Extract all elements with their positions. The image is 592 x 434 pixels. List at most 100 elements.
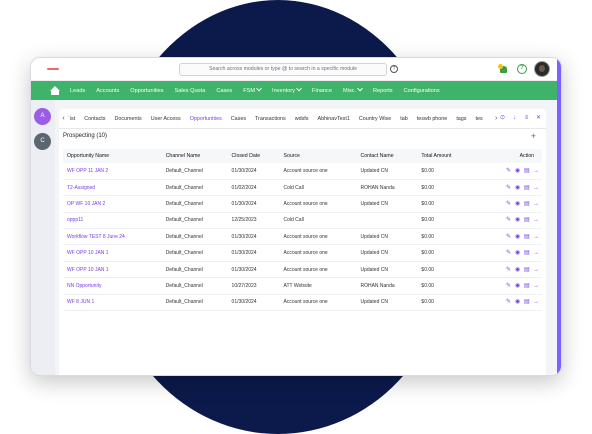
view-icon[interactable]: ◉ xyxy=(515,250,520,256)
arrow-right-icon[interactable]: → xyxy=(533,299,539,305)
edit-icon[interactable]: ✎ xyxy=(506,234,511,240)
view-icon[interactable]: ◉ xyxy=(515,267,520,273)
nav-item-label: Inventory xyxy=(272,87,296,94)
nav-item-finance[interactable]: Finance xyxy=(312,88,332,94)
download-icon[interactable]: ↓ xyxy=(511,115,518,122)
column-header[interactable]: Opportunity Name xyxy=(63,149,162,163)
edit-icon[interactable]: ✎ xyxy=(506,283,511,289)
view-icon[interactable]: ◉ xyxy=(515,217,520,223)
notification-dot xyxy=(498,64,503,69)
nav-item-sales-quota[interactable]: Sales Quota xyxy=(175,88,206,94)
opportunity-name-link[interactable]: Workflow TEST 8 June 24 xyxy=(63,228,162,246)
delete-icon[interactable]: ▤ xyxy=(524,234,530,240)
tab-opportunities[interactable]: Opportunities xyxy=(190,116,222,122)
user-avatar[interactable] xyxy=(534,61,550,77)
filter-icon[interactable]: ⊙ xyxy=(499,115,506,122)
edit-icon[interactable]: ✎ xyxy=(506,185,511,191)
column-header[interactable]: Total Amount xyxy=(417,149,472,163)
nav-item-cases[interactable]: Cases xyxy=(216,88,232,94)
delete-icon[interactable]: ▤ xyxy=(524,217,530,223)
app-logo[interactable] xyxy=(47,68,59,70)
tab-documents[interactable]: Documents xyxy=(114,116,141,122)
edit-icon[interactable]: ✎ xyxy=(506,299,511,305)
global-search-input[interactable]: Search across modules or type @ to searc… xyxy=(179,63,387,76)
arrow-right-icon[interactable]: → xyxy=(533,168,539,174)
home-icon[interactable] xyxy=(50,85,60,95)
chevron-down-icon xyxy=(256,85,262,91)
nav-item-accounts[interactable]: Accounts xyxy=(96,88,119,94)
nav-item-misc[interactable]: Misc. xyxy=(343,85,363,94)
edit-icon[interactable]: ✎ xyxy=(506,250,511,256)
menu-icon[interactable]: ≡ xyxy=(523,115,530,122)
table-cell: Cold Call xyxy=(279,212,357,230)
help-icon[interactable]: ? xyxy=(517,64,527,74)
view-icon[interactable]: ◉ xyxy=(515,201,520,207)
delete-icon[interactable]: ▤ xyxy=(524,201,530,207)
view-icon[interactable]: ◉ xyxy=(515,168,520,174)
table-cell: Account source one xyxy=(279,163,357,180)
tab-tab[interactable]: tab xyxy=(400,116,408,122)
arrow-right-icon[interactable]: → xyxy=(533,234,539,240)
table-cell: Default_Channel xyxy=(161,163,228,180)
column-header[interactable]: Channel Name xyxy=(161,149,228,163)
opportunity-name-link[interactable]: NN Opportunity xyxy=(63,277,162,295)
arrow-right-icon[interactable]: → xyxy=(533,201,539,207)
view-icon[interactable]: ◉ xyxy=(515,185,520,191)
opportunity-name-link[interactable]: oppp11 xyxy=(63,212,162,230)
column-header[interactable]: Contact Name xyxy=(356,149,418,163)
tab-tags[interactable]: tags xyxy=(456,116,466,122)
opportunities-table: Opportunity Name Channel Name Closed Date S… xyxy=(63,149,542,312)
nav-item-label: Reports xyxy=(373,87,393,94)
close-icon[interactable]: ✕ xyxy=(535,115,542,122)
tab--ist[interactable]: ʾist xyxy=(68,116,75,122)
notification-bell-icon[interactable] xyxy=(498,64,509,74)
tab-contacts[interactable]: Contacts xyxy=(84,116,105,122)
search-help-icon[interactable]: ? xyxy=(390,65,398,73)
arrow-right-icon[interactable]: → xyxy=(533,185,539,191)
delete-icon[interactable]: ▤ xyxy=(524,185,530,191)
tabs-scroll-left-icon[interactable]: ‹ xyxy=(59,115,68,122)
view-icon[interactable]: ◉ xyxy=(515,299,520,305)
delete-icon[interactable]: ▤ xyxy=(524,267,530,273)
delete-icon[interactable]: ▤ xyxy=(524,283,530,289)
rail-avatar-a[interactable]: A xyxy=(34,108,51,125)
delete-icon[interactable]: ▤ xyxy=(524,250,530,256)
nav-item-reports[interactable]: Reports xyxy=(373,88,393,94)
edit-icon[interactable]: ✎ xyxy=(506,168,511,174)
rail-avatar-c[interactable]: C xyxy=(34,133,51,150)
arrow-right-icon[interactable]: → xyxy=(533,217,539,223)
edit-icon[interactable]: ✎ xyxy=(506,217,511,223)
tab-teswb-phone[interactable]: teswb phone xyxy=(417,116,448,122)
arrow-right-icon[interactable]: → xyxy=(533,250,539,256)
nav-item-configurations[interactable]: Configurations xyxy=(404,88,440,94)
view-icon[interactable]: ◉ xyxy=(515,283,520,289)
tab-user-access[interactable]: User Access xyxy=(151,116,181,122)
opportunity-name-link[interactable]: WF OPP 10 JAN 1 xyxy=(63,244,162,262)
opportunity-name-link[interactable]: WF OPP 10 JAN 1 xyxy=(63,261,162,279)
opportunity-name-link[interactable]: WF 8 JUN 1 xyxy=(63,294,162,312)
edit-icon[interactable]: ✎ xyxy=(506,201,511,207)
nav-item-fsm[interactable]: FSM xyxy=(243,85,262,94)
nav-item-inventory[interactable]: Inventory xyxy=(272,85,302,94)
edit-icon[interactable]: ✎ xyxy=(506,267,511,273)
add-opportunity-button[interactable]: + xyxy=(531,131,536,141)
column-header[interactable]: Closed Date xyxy=(227,149,280,163)
opportunity-name-link[interactable]: WF OPP 11 JAN 2 xyxy=(63,163,162,180)
nav-item-leads[interactable]: Leads xyxy=(70,88,85,94)
tab-transactions[interactable]: Transactions xyxy=(255,116,286,122)
opportunity-name-link[interactable]: T2-Assigned xyxy=(63,179,162,197)
nav-item-opportunities[interactable]: Opportunities xyxy=(130,88,163,94)
column-header[interactable]: Source xyxy=(279,149,357,163)
tab-tes[interactable]: tes xyxy=(476,116,483,122)
delete-icon[interactable]: ▤ xyxy=(524,168,530,174)
arrow-right-icon[interactable]: → xyxy=(533,283,539,289)
tab-wdsfs[interactable]: wdsfs xyxy=(295,116,309,122)
opportunity-name-link[interactable]: OP WF 10 JAN 2 xyxy=(63,195,162,213)
tab-country-wise[interactable]: Country Wise xyxy=(359,116,391,122)
table-cell: $0.00 xyxy=(417,294,472,312)
view-icon[interactable]: ◉ xyxy=(515,234,520,240)
delete-icon[interactable]: ▤ xyxy=(524,299,530,305)
tab-cases[interactable]: Cases xyxy=(231,116,246,122)
arrow-right-icon[interactable]: → xyxy=(533,267,539,273)
tab-abhinavtest1[interactable]: AbhinavTest1 xyxy=(318,116,350,122)
